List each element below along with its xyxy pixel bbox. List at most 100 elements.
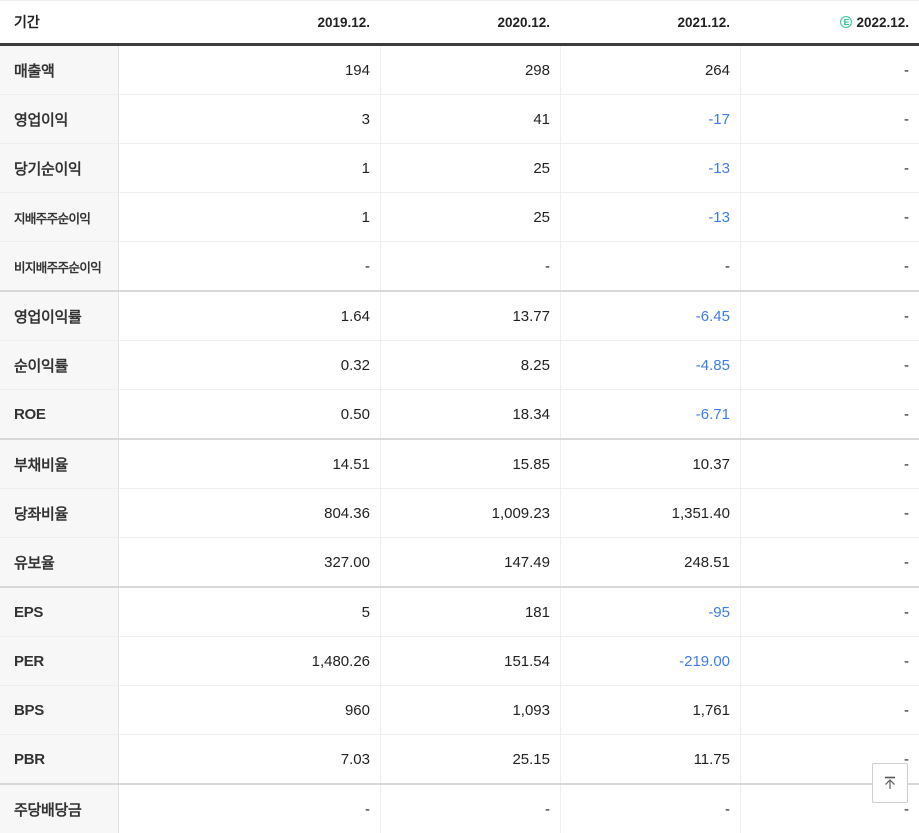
row-label: 주당배당금 [0,785,119,833]
table-row: EPS 5 181 -95- [0,586,919,636]
cell-value: - [740,588,919,636]
row-label: 비지배주주순이익 [0,242,119,290]
cell-value: - [740,292,919,340]
table-row: 영업이익 3 41 -17- [0,94,919,143]
cell-value: - [380,242,560,290]
arrow-up-to-top-icon [881,774,899,792]
row-label: 영업이익 [0,95,119,143]
cell-value: - [740,538,919,586]
cell-value: -95 [560,588,740,636]
row-label: 지배주주순이익 [0,193,119,241]
row-label: 순이익률 [0,341,119,389]
cell-value: -6.71 [560,390,740,438]
cell-value: 1,009.23 [380,489,560,537]
cell-value: 3 [119,95,380,143]
cell-value: - [740,46,919,94]
row-label: 당기순이익 [0,144,119,192]
cell-value: -13 [560,144,740,192]
cell-value: 5 [119,588,380,636]
cell-value: 264 [560,46,740,94]
cell-value: - [560,242,740,290]
row-label: BPS [0,686,119,734]
cell-value: - [740,440,919,488]
row-label: 당좌비율 [0,489,119,537]
table-row: 유보율 327.00 147.49 248.51- [0,537,919,586]
cell-value: -13 [560,193,740,241]
cell-value: 804.36 [119,489,380,537]
financial-statements-table: 기간 2019.12. 2020.12. 2021.12. E 2022.12.… [0,0,919,833]
row-label: PER [0,637,119,685]
cell-value: 0.50 [119,390,380,438]
cell-value: 10.37 [560,440,740,488]
table-row: BPS 960 1,093 1,761- [0,685,919,734]
cell-value: 11.75 [560,735,740,783]
column-header-2021: 2021.12. [560,1,740,43]
table-body: 매출액 194 298 264- 영업이익 3 41 -17- 당기순이익 1 25 -13- 지배주주… [0,46,919,833]
cell-value: 14.51 [119,440,380,488]
cell-value: 25 [380,144,560,192]
cell-value: - [740,390,919,438]
cell-value: 7.03 [119,735,380,783]
table-row: 영업이익률 1.64 13.77 -6.45- [0,290,919,340]
row-label: 매출액 [0,46,119,94]
cell-value: 18.34 [380,390,560,438]
row-label: 유보율 [0,538,119,586]
cell-value: 8.25 [380,341,560,389]
cell-value: 1,480.26 [119,637,380,685]
cell-value: - [380,785,560,833]
cell-value: -4.85 [560,341,740,389]
cell-value: - [740,489,919,537]
cell-value: 181 [380,588,560,636]
cell-value: - [740,144,919,192]
column-header-2022-estimate: E 2022.12. [740,1,919,43]
cell-value: 15.85 [380,440,560,488]
cell-value: - [740,95,919,143]
cell-value: 147.49 [380,538,560,586]
table-row: 당좌비율 804.36 1,009.23 1,351.40- [0,488,919,537]
table-row: 매출액 194 298 264- [0,46,919,94]
row-label: PBR [0,735,119,783]
cell-value: - [560,785,740,833]
period-header-label: 기간 [14,14,40,30]
cell-value: 151.54 [380,637,560,685]
column-header-label: 2019.12. [317,14,370,30]
cell-value: 1,093 [380,686,560,734]
cell-value: 41 [380,95,560,143]
table-row: 순이익률 0.32 8.25 -4.85- [0,340,919,389]
cell-value: 298 [380,46,560,94]
cell-value: - [740,242,919,290]
scroll-to-top-button[interactable] [872,763,908,803]
cell-value: 194 [119,46,380,94]
cell-value: - [740,686,919,734]
table-row: 주당배당금 - - - - [0,783,919,833]
table-row: PBR 7.03 25.15 11.75- [0,734,919,783]
cell-value: - [740,193,919,241]
column-header-label: 2021.12. [677,14,730,30]
cell-value: 0.32 [119,341,380,389]
cell-value: 1 [119,193,380,241]
cell-value: 1.64 [119,292,380,340]
cell-value: - [740,637,919,685]
column-header-label: 2022.12. [856,14,909,30]
table-row: 비지배주주순이익 - - - - [0,241,919,290]
row-label: 영업이익률 [0,292,119,340]
cell-value: - [740,341,919,389]
column-header-2020: 2020.12. [380,1,560,43]
cell-value: 248.51 [560,538,740,586]
row-label: 부채비율 [0,440,119,488]
cell-value: 13.77 [380,292,560,340]
column-header-2019: 2019.12. [119,1,380,43]
table-row: ROE 0.50 18.34 -6.71- [0,389,919,438]
cell-value: -219.00 [560,637,740,685]
cell-value: 960 [119,686,380,734]
estimate-badge-icon: E [840,16,853,28]
table-row: PER 1,480.26 151.54 -219.00- [0,636,919,685]
column-header-label: 2020.12. [497,14,550,30]
cell-value: - [119,785,380,833]
table-row: 당기순이익 1 25 -13- [0,143,919,192]
table-row: 부채비율 14.51 15.85 10.37- [0,438,919,488]
cell-value: -6.45 [560,292,740,340]
cell-value: -17 [560,95,740,143]
row-label: ROE [0,390,119,438]
cell-value: 1,351.40 [560,489,740,537]
